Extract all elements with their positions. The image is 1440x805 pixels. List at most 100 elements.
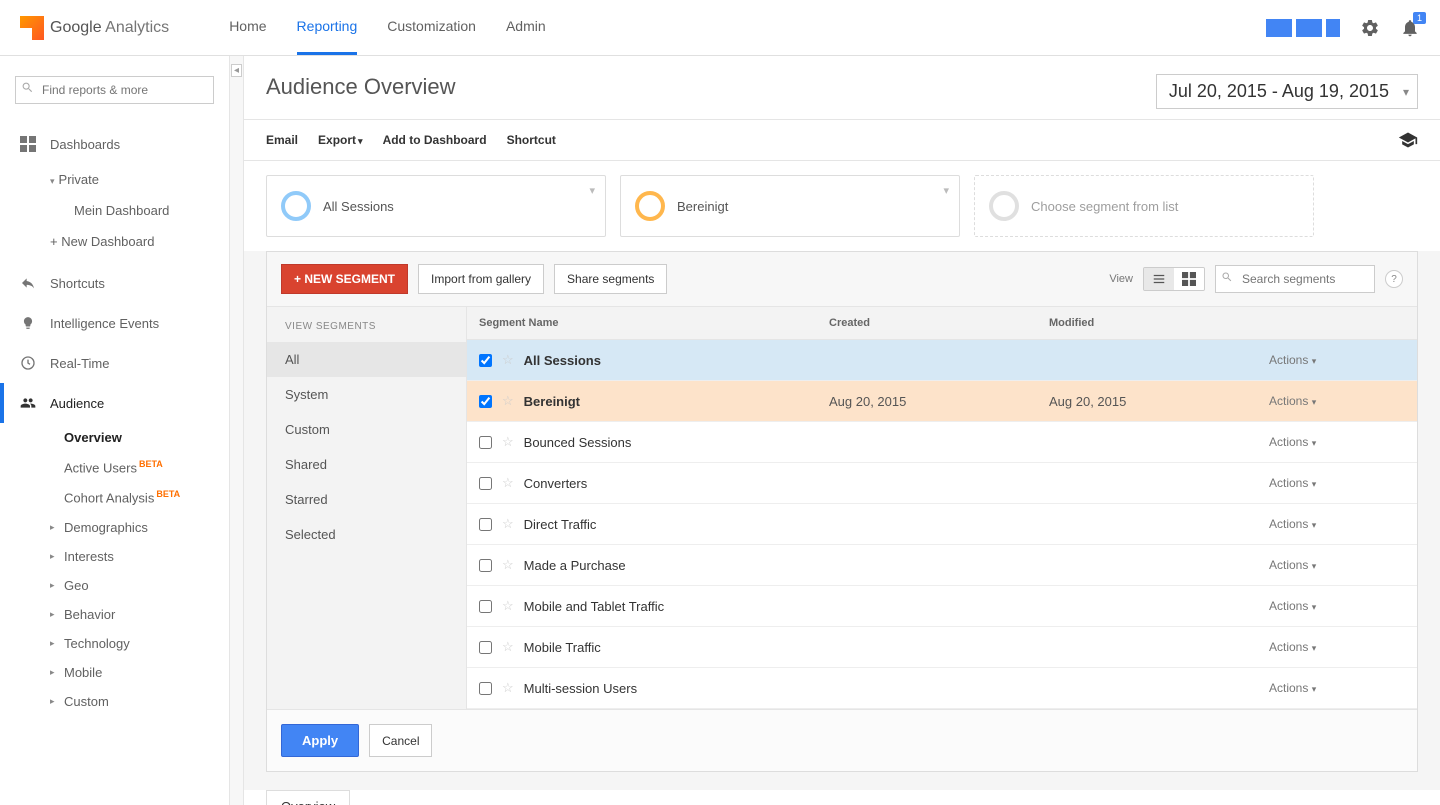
logo[interactable]: Google Analytics [20, 16, 169, 40]
toolbar-export[interactable]: Export▾ [318, 133, 363, 147]
audience-demographics[interactable]: ▸Demographics [50, 513, 229, 542]
sidebar-collapse-handle[interactable]: ◂ [230, 56, 244, 805]
segment-actions[interactable]: Actions ▾ [1257, 343, 1417, 377]
segment-checkbox[interactable] [479, 600, 492, 613]
star-icon[interactable]: ☆ [502, 680, 514, 696]
star-icon[interactable]: ☆ [502, 434, 514, 450]
segment-checkbox[interactable] [479, 395, 492, 408]
segment-checkbox[interactable] [479, 518, 492, 531]
nav-admin[interactable]: Admin [506, 0, 546, 55]
audience-interests[interactable]: ▸Interests [50, 542, 229, 571]
segment-pill-all-sessions[interactable]: All Sessions ▾ [266, 175, 606, 237]
table-row[interactable]: ☆BereinigtAug 20, 2015Aug 20, 2015Action… [467, 381, 1417, 422]
date-range-picker[interactable]: Jul 20, 2015 - Aug 19, 2015 [1156, 74, 1418, 109]
nav-shortcuts[interactable]: Shortcuts [0, 263, 229, 303]
table-row[interactable]: ☆ Direct Traffic Actions ▾ [467, 504, 1417, 545]
search-input[interactable] [15, 76, 214, 104]
search-icon [1221, 271, 1233, 283]
dashboards-mein[interactable]: Mein Dashboard [50, 195, 229, 226]
table-row[interactable]: ☆Made a PurchaseActions ▾ [467, 545, 1417, 586]
nav-intelligence[interactable]: Intelligence Events [0, 303, 229, 343]
filter-starred[interactable]: Starred [267, 482, 466, 517]
toolbar-shortcut[interactable]: Shortcut [507, 133, 556, 147]
account-picker[interactable] [1266, 19, 1340, 37]
segment-actions[interactable]: Actions ▾ [1257, 548, 1417, 582]
star-icon[interactable]: ☆ [502, 639, 514, 655]
col-created[interactable]: Created [817, 307, 1037, 339]
chevron-down-icon: ▾ [943, 184, 949, 197]
filter-system[interactable]: System [267, 377, 466, 412]
table-row[interactable]: ☆Mobile and Tablet TrafficActions ▾ [467, 586, 1417, 627]
filter-selected[interactable]: Selected [267, 517, 466, 552]
segment-pill-bereinigt[interactable]: Bereinigt ▾ [620, 175, 960, 237]
segment-actions[interactable]: Actions ▾ [1257, 630, 1417, 664]
tab-overview[interactable]: Overview [266, 790, 350, 805]
audience-custom[interactable]: ▸Custom [50, 687, 229, 716]
table-row[interactable]: ☆Bounced SessionsActions ▾ [467, 422, 1417, 463]
sidebar-search [15, 76, 214, 104]
segment-actions[interactable]: Actions ▾ [1257, 507, 1417, 541]
nav-realtime[interactable]: Real-Time [0, 343, 229, 383]
settings-icon[interactable] [1360, 18, 1380, 38]
segment-actions[interactable]: Actions ▾ [1257, 671, 1417, 705]
segment-checkbox[interactable] [479, 477, 492, 490]
audience-active-users[interactable]: Active UsersBETA [50, 452, 229, 482]
audience-technology[interactable]: ▸Technology [50, 629, 229, 658]
segment-actions[interactable]: Actions ▾ [1257, 466, 1417, 500]
audience-overview[interactable]: Overview [50, 423, 229, 452]
segment-checkbox[interactable] [479, 436, 492, 449]
segment-actions[interactable]: Actions ▾ [1257, 384, 1417, 418]
star-icon[interactable]: ☆ [502, 393, 514, 409]
nav-customization[interactable]: Customization [387, 0, 476, 55]
segment-checkbox[interactable] [479, 354, 492, 367]
import-gallery-button[interactable]: Import from gallery [418, 264, 544, 294]
segment-circle-icon [635, 191, 665, 221]
segment-panel: + NEW SEGMENT Import from gallery Share … [266, 251, 1418, 772]
nav-reporting[interactable]: Reporting [297, 0, 358, 55]
segment-pill-add[interactable]: Choose segment from list [974, 175, 1314, 237]
table-row[interactable]: ☆Multi-session UsersActions ▾ [467, 668, 1417, 709]
segment-actions[interactable]: Actions ▾ [1257, 589, 1417, 623]
dashboards-private[interactable]: ▾Private [50, 164, 229, 195]
star-icon[interactable]: ☆ [502, 598, 514, 614]
segment-checkbox[interactable] [479, 682, 492, 695]
education-icon[interactable] [1398, 130, 1418, 150]
help-icon[interactable]: ? [1385, 270, 1403, 288]
star-icon[interactable]: ☆ [502, 557, 514, 573]
filter-shared[interactable]: Shared [267, 447, 466, 482]
view-list-button[interactable] [1144, 268, 1174, 290]
segment-checkbox[interactable] [479, 641, 492, 654]
apply-button[interactable]: Apply [281, 724, 359, 757]
col-modified[interactable]: Modified [1037, 307, 1257, 339]
nav-home[interactable]: Home [229, 0, 266, 55]
nav-audience[interactable]: Audience [0, 383, 229, 423]
new-segment-button[interactable]: + NEW SEGMENT [281, 264, 408, 294]
left-sidebar: Dashboards ▾Private Mein Dashboard + New… [0, 56, 230, 805]
audience-mobile[interactable]: ▸Mobile [50, 658, 229, 687]
table-row[interactable]: ☆ConvertersActions ▾ [467, 463, 1417, 504]
share-segments-button[interactable]: Share segments [554, 264, 667, 294]
segment-search-input[interactable] [1215, 265, 1375, 293]
cancel-button[interactable]: Cancel [369, 724, 432, 757]
filter-custom[interactable]: Custom [267, 412, 466, 447]
dashboards-new[interactable]: + New Dashboard [50, 226, 229, 257]
notifications-icon[interactable]: 1 [1400, 18, 1420, 38]
col-segment-name[interactable]: Segment Name [467, 307, 817, 339]
star-icon[interactable]: ☆ [502, 516, 514, 532]
star-icon[interactable]: ☆ [502, 352, 514, 368]
segment-actions[interactable]: Actions ▾ [1257, 425, 1417, 459]
segment-checkbox[interactable] [479, 559, 492, 572]
audience-label: Audience [50, 396, 104, 411]
toolbar-add-dashboard[interactable]: Add to Dashboard [383, 133, 487, 147]
filter-all[interactable]: All [267, 342, 466, 377]
nav-dashboards[interactable]: Dashboards [0, 124, 229, 164]
toolbar-email[interactable]: Email [266, 133, 298, 147]
view-grid-button[interactable] [1174, 268, 1204, 290]
audience-geo[interactable]: ▸Geo [50, 571, 229, 600]
table-row[interactable]: ☆Mobile TrafficActions ▾ [467, 627, 1417, 668]
segment-name: Direct Traffic [524, 517, 597, 532]
table-row[interactable]: ☆All SessionsActions ▾ [467, 340, 1417, 381]
star-icon[interactable]: ☆ [502, 475, 514, 491]
audience-cohort[interactable]: Cohort AnalysisBETA [50, 482, 229, 512]
audience-behavior[interactable]: ▸Behavior [50, 600, 229, 629]
